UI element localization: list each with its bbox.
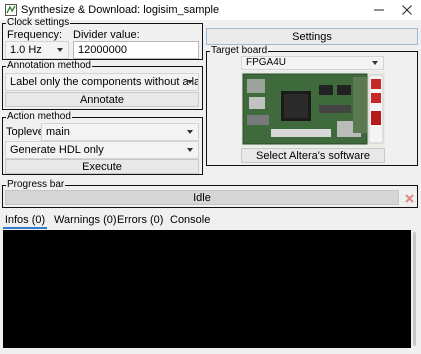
tab-warnings-label: Warnings (0) bbox=[54, 214, 117, 226]
execute-button-label: Execute bbox=[82, 160, 122, 173]
annotate-button[interactable]: Annotate bbox=[5, 92, 199, 107]
frequency-select[interactable]: 1.0 Hz bbox=[5, 41, 69, 59]
cancel-x-icon bbox=[404, 193, 414, 203]
board-value: FPGA4U bbox=[246, 57, 287, 68]
progress-bar: Idle bbox=[5, 190, 399, 205]
fpga-board-photo bbox=[241, 71, 385, 147]
toplevel-select[interactable]: main bbox=[41, 123, 199, 141]
divider-value: 12000000 bbox=[78, 44, 127, 56]
annotation-method-value: Label only the components without a labe… bbox=[10, 76, 199, 88]
toplevel-value: main bbox=[46, 126, 70, 138]
close-button[interactable] bbox=[393, 0, 421, 20]
clock-settings-label: Clock settings bbox=[6, 17, 71, 28]
chevron-down-icon bbox=[187, 130, 193, 134]
divider-label: Divider value: bbox=[73, 29, 140, 41]
tab-console-label: Console bbox=[170, 214, 211, 226]
frequency-label: Frequency: bbox=[7, 29, 63, 41]
log-tabs: Infos (0) Warnings (0) Errors (0) Consol… bbox=[0, 211, 421, 229]
progress-status: Idle bbox=[193, 191, 211, 204]
tab-warnings[interactable]: Warnings (0) bbox=[54, 211, 117, 229]
chevron-down-icon bbox=[187, 80, 193, 84]
tab-infos[interactable]: Infos (0) bbox=[3, 211, 47, 229]
minimize-icon bbox=[374, 9, 384, 11]
select-software-button-label: Select Altera's software bbox=[256, 149, 370, 162]
tab-errors[interactable]: Errors (0) bbox=[117, 211, 163, 229]
tab-errors-label: Errors (0) bbox=[117, 214, 164, 226]
action-value: Generate HDL only bbox=[10, 144, 104, 156]
annotation-method-select[interactable]: Label only the components without a labe… bbox=[5, 73, 199, 91]
action-select[interactable]: Generate HDL only bbox=[5, 141, 199, 159]
board-image bbox=[241, 71, 385, 147]
minimize-button[interactable] bbox=[365, 0, 393, 20]
board-select[interactable]: FPGA4U bbox=[241, 56, 384, 70]
annotate-button-label: Annotate bbox=[79, 93, 125, 106]
cancel-button[interactable] bbox=[402, 191, 416, 205]
close-icon bbox=[402, 5, 412, 15]
action-method-label: Action method bbox=[6, 111, 72, 122]
execute-button[interactable]: Execute bbox=[5, 159, 199, 174]
divider-field[interactable]: 12000000 bbox=[73, 41, 199, 59]
settings-button[interactable]: Settings bbox=[206, 28, 418, 45]
tab-infos-label: Infos (0) bbox=[4, 214, 46, 226]
window-title: Synthesize & Download: logisim_sample bbox=[21, 4, 220, 16]
select-software-button[interactable]: Select Altera's software bbox=[241, 148, 385, 163]
chevron-down-icon bbox=[187, 148, 193, 152]
annotation-method-label: Annotation method bbox=[6, 60, 92, 71]
log-output-area[interactable] bbox=[3, 230, 411, 348]
scrollbar-thumb[interactable] bbox=[413, 232, 416, 346]
log-scrollbar[interactable] bbox=[411, 230, 418, 348]
logisim-icon bbox=[5, 4, 17, 16]
progress-bar-label: Progress bar bbox=[6, 179, 66, 190]
chevron-down-icon bbox=[57, 48, 63, 52]
frequency-value: 1.0 Hz bbox=[10, 44, 42, 56]
chevron-down-icon bbox=[372, 61, 378, 65]
settings-button-label: Settings bbox=[292, 30, 332, 43]
target-board-label: Target board bbox=[210, 45, 269, 56]
tab-console[interactable]: Console bbox=[170, 211, 210, 229]
